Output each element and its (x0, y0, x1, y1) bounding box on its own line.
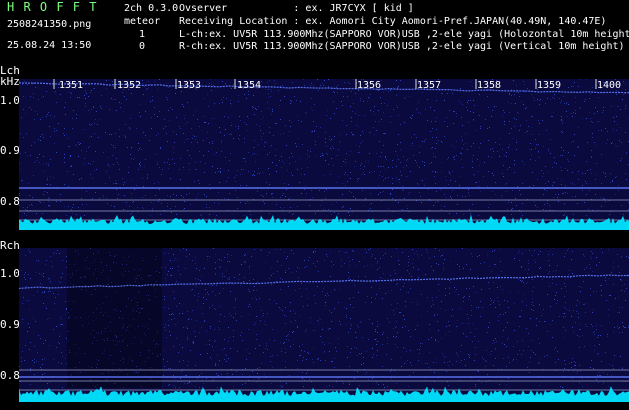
lch-config-line: L-ch:ex. UV5R 113.900Mhz(SAPPORO VOR)USB… (179, 29, 629, 40)
meteor-label: meteor (124, 16, 161, 27)
rch-spectrogram-canvas (19, 248, 629, 402)
app-logo: H R O F F T (7, 0, 98, 14)
time-label-1352: 1352 (117, 80, 142, 91)
mode-label: 2ch 0.3.0 (124, 3, 179, 14)
time-label-1353: 1353 (177, 80, 202, 91)
rch-tick-0.9: 0.9 (0, 318, 20, 331)
time-label-1351: 1351 (59, 80, 84, 91)
lch-spectrogram-canvas (19, 79, 629, 230)
time-label-1356: 1356 (357, 80, 382, 91)
time-label-1400: 1400 (597, 80, 622, 91)
rch-tick-1.0: 1.0 (0, 267, 20, 280)
rch-config-line: R-ch:ex. UV5R 113.900Mhz(SAPPORO VOR)USB… (179, 41, 625, 52)
lch-tick-0.9: 0.9 (0, 144, 20, 157)
lch-meteor-count: 1 (139, 29, 146, 40)
location-line: Receiving Location : ex. Aomori City Aom… (179, 16, 607, 27)
lch-tick-0.8: 0.8 (0, 195, 20, 208)
rch-tick-0.8: 0.8 (0, 369, 20, 382)
observer-line: Ovserver : ex. JR7CYX [ kid ] (179, 3, 414, 14)
rch-label: Rch (0, 239, 20, 252)
rch-spectrogram (19, 248, 629, 402)
lch-tick-1.0: 1.0 (0, 94, 20, 107)
time-label-1359: 1359 (537, 80, 562, 91)
filename: 2508241350.png (7, 19, 92, 30)
lch-unit-label: kHz (0, 75, 20, 88)
time-label-1357: 1357 (417, 80, 442, 91)
time-label-1354: 1354 (237, 80, 262, 91)
lch-spectrogram (19, 79, 629, 230)
datetime: 25.08.24 13:50 (7, 40, 92, 51)
header: H R O F F T 2508241350.png 25.08.24 13:5… (0, 0, 629, 62)
time-label-1358: 1358 (477, 80, 502, 91)
rch-meteor-count: 0 (139, 41, 146, 52)
